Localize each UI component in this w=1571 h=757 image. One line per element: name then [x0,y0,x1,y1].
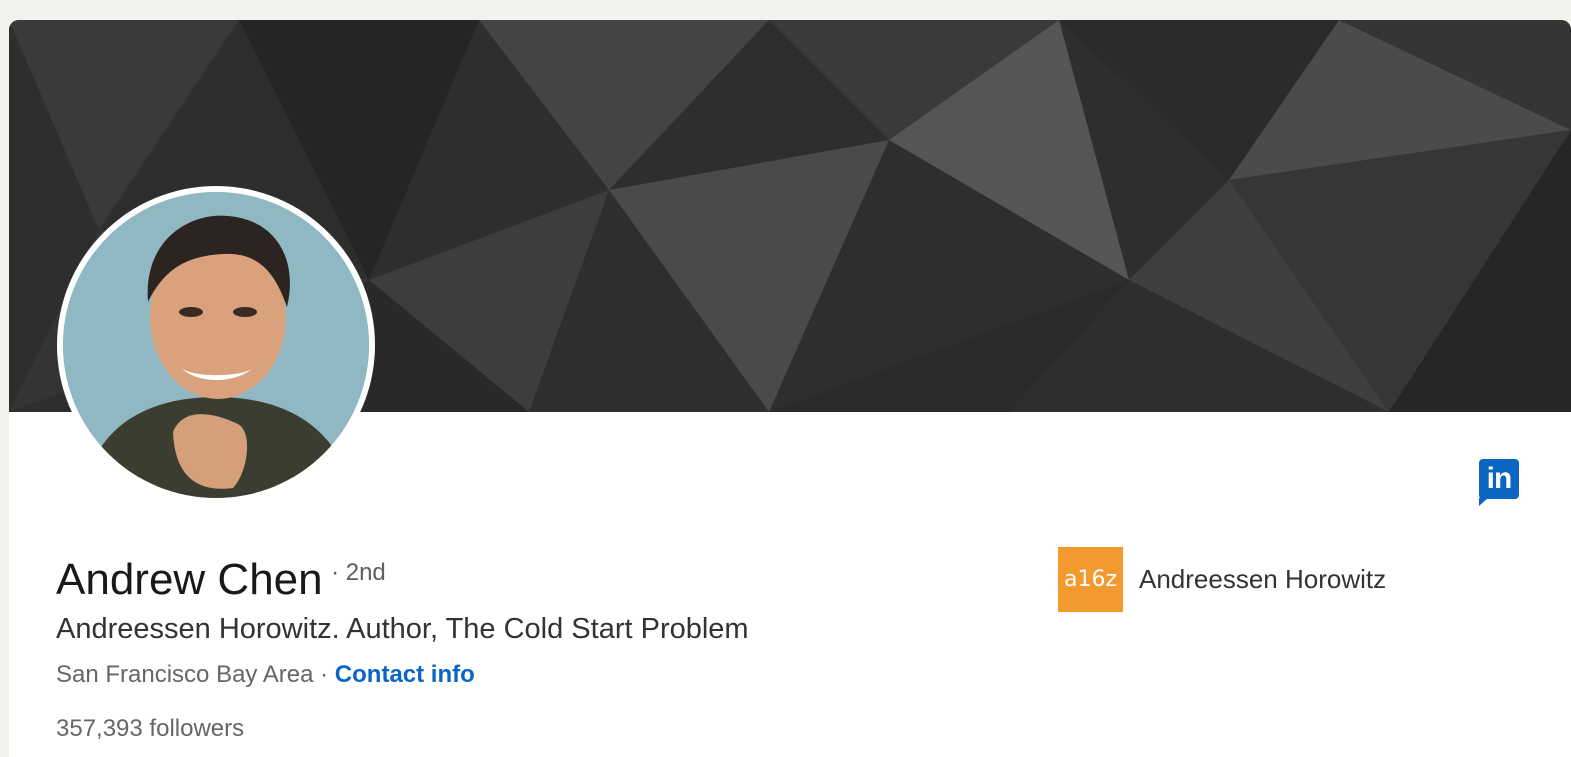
contact-info-link[interactable]: Contact info [335,661,475,688]
profile-card: in Andrew Chen · 2nd Andreessen Horowitz… [9,20,1571,757]
profile-location: San Francisco Bay Area [56,661,314,688]
current-company[interactable]: a16z Andreessen Horowitz [1058,547,1386,612]
linkedin-icon[interactable]: in [1479,459,1519,506]
followers-count: 357,393 followers [56,715,245,742]
company-logo[interactable]: a16z [1058,547,1123,612]
connection-degree: · 2nd [331,559,386,586]
profile-avatar[interactable] [57,186,375,504]
location-separator: · [313,661,335,688]
location-row: San Francisco Bay Area · Contact info [56,661,475,689]
profile-headline: Andreessen Horowitz. Author, The Cold St… [56,613,749,645]
profile-name: Andrew Chen [56,555,323,604]
company-name[interactable]: Andreessen Horowitz [1139,564,1386,595]
name-row: Andrew Chen · 2nd [56,555,386,605]
